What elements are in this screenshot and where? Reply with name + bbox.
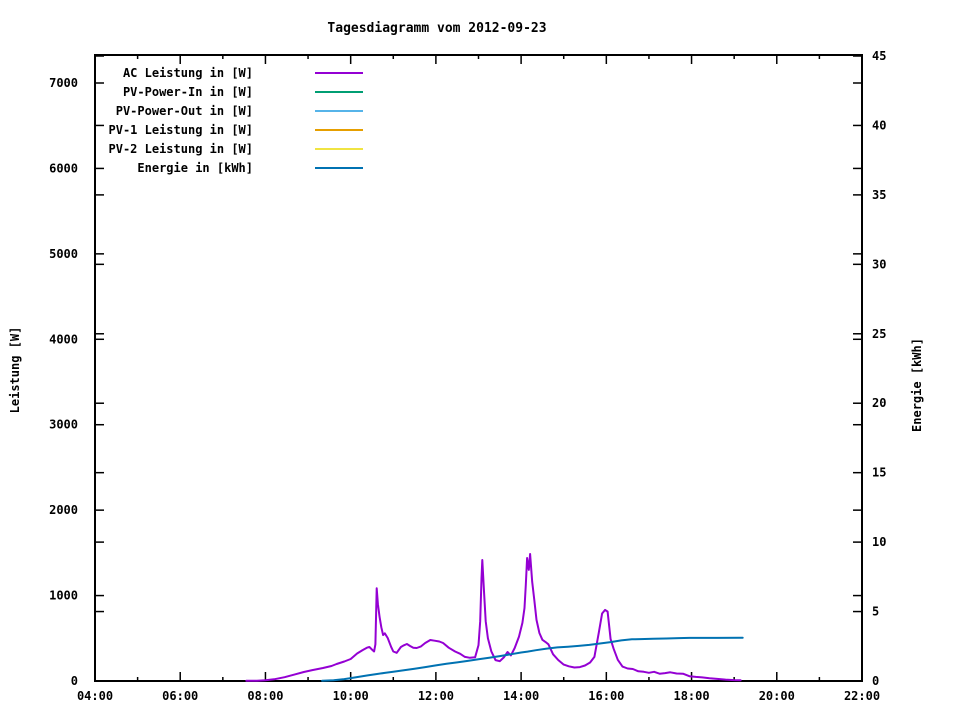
y-right-tick-label: 0 [872,674,879,688]
y-right-tick-label: 5 [872,605,879,619]
x-tick-label: 04:00 [77,689,113,703]
y-left-tick-label: 7000 [49,76,78,90]
legend-label: PV-2 Leistung in [W] [93,142,253,156]
legend: AC Leistung in [W] PV-Power-In in [W] PV… [93,63,363,177]
legend-line-sample [315,129,363,131]
x-tick-label: 18:00 [673,689,709,703]
y-left-tick-label: 5000 [49,247,78,261]
y-left-tick-label: 1000 [49,589,78,603]
legend-line-sample [315,91,363,93]
x-tick-label: 22:00 [844,689,880,703]
legend-line-sample [315,72,363,74]
y-right-tick-label: 10 [872,535,886,549]
legend-item-energie: Energie in [kWh] [93,158,363,177]
x-tick-label: 16:00 [588,689,624,703]
chart-title: Tagesdiagramm vom 2012-09-23 [0,21,874,36]
x-tick-label: 08:00 [247,689,283,703]
y-left-tick-label: 4000 [49,332,78,346]
legend-item-pv-power-out: PV-Power-Out in [W] [93,101,363,120]
gnuplot-day-chart: 04:00 06:00 08:00 10:00 12:00 14:00 16:00 18:00… [0,0,960,720]
legend-label: PV-1 Leistung in [W] [93,123,253,137]
y-right-tick-label: 35 [872,188,886,202]
legend-item-ac-leistung: AC Leistung in [W] [93,63,363,82]
y-axis-left-title: Leistung [W] [8,327,22,414]
y-left-tick-label: 2000 [49,503,78,517]
legend-label: Energie in [kWh] [93,161,253,175]
x-tick-label: 12:00 [418,689,454,703]
y-right-tick-label: 30 [872,257,886,271]
x-tick-label: 06:00 [162,689,198,703]
series-ac-leistung-in-w [246,554,740,681]
legend-item-pv2-leistung: PV-2 Leistung in [W] [93,139,363,158]
y-left-tick-label: 3000 [49,418,78,432]
y-right-tick-label: 15 [872,466,886,480]
legend-label: AC Leistung in [W] [93,66,253,80]
y-right-tick-label: 45 [872,49,886,63]
legend-label: PV-Power-In in [W] [93,85,253,99]
y-axis-right-title: Energie [kWh] [910,338,924,432]
y-left-tick-label: 0 [71,674,78,688]
y-right-tick-label: 25 [872,327,886,341]
y-right-tick-label: 20 [872,396,886,410]
legend-line-sample [315,148,363,150]
y-left-tick-label: 6000 [49,161,78,175]
y-right-tick-label: 40 [872,118,886,132]
x-tick-label: 10:00 [333,689,369,703]
legend-line-sample [315,167,363,169]
legend-line-sample [315,110,363,112]
legend-item-pv1-leistung: PV-1 Leistung in [W] [93,120,363,139]
legend-item-pv-power-in: PV-Power-In in [W] [93,82,363,101]
legend-label: PV-Power-Out in [W] [93,104,253,118]
x-tick-label: 14:00 [503,689,539,703]
x-tick-label: 20:00 [759,689,795,703]
